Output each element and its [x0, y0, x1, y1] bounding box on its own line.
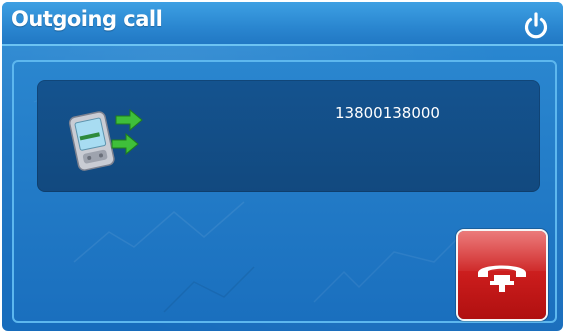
hang-up-button[interactable] [458, 231, 546, 319]
power-icon [524, 12, 548, 39]
phone-number: 13800138000 [335, 104, 440, 122]
page-title: Outgoing call [11, 7, 163, 31]
power-button[interactable] [520, 10, 552, 42]
title-bar: Outgoing call [2, 2, 563, 46]
phone-calling-icon [64, 102, 146, 172]
window-frame: Outgoing call 13800138000 [2, 2, 563, 331]
outgoing-call-screen: Outgoing call 13800138000 [0, 0, 565, 333]
hangup-phone-icon [478, 265, 526, 292]
